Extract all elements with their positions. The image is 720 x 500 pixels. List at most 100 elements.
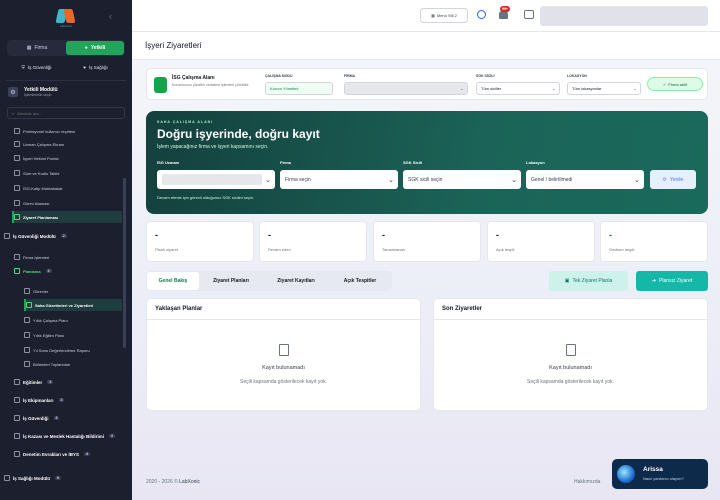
sidebar-item-is-ekipmanlari[interactable]: İş Ekipmanları 2 [14,394,132,406]
assistant-message: Nasıl yardımcı olayım? [643,476,684,481]
hero-sgk-select[interactable]: SGK sicili seçin ⌄ [403,170,521,189]
stat-card: - Planlı ziyaret [146,221,254,262]
collapse-sidebar-icon[interactable]: ‹ [109,11,112,21]
hero-sgk-label: SGK Sicili [403,160,423,165]
chevron-down-icon: ⌄ [388,176,394,184]
sidebar-item-planlama[interactable]: Planlama 2 [14,265,132,277]
sidebar-item-profesyonel[interactable]: Profesyonel kullanıcı reçetesi˄ [14,125,132,137]
panel-title: Son Ziyaretler [434,299,707,320]
stat-card: - Açık tespit [487,221,595,262]
folder-icon [14,451,20,457]
sidebar-item-saha-gozetimleri[interactable]: Saha Gözetimleri ve Ziyaretleri [24,299,122,311]
sidebar-item-hekim[interactable]: İşyeri Hekimi Portalı [14,152,132,164]
doc-icon [14,128,20,134]
sidebar-item-toplantilar[interactable]: Bölümleri Toplantıları [24,358,132,370]
stat-value: - [496,230,499,240]
sidebar-item-yil-sonu[interactable]: Yıl Sonu Değerlendirme Raporu [24,344,132,356]
sidebar-search-input[interactable] [17,110,108,116]
clipboard-icon [566,344,576,356]
sidebar-menu: Profesyonel kullanıcı reçetesi˄ Uzman Ça… [0,125,132,500]
isg-select[interactable]: ⌄ [157,170,275,189]
task-icon [14,200,20,206]
assistant-chat-widget[interactable]: Arissa Nasıl yardımcı olayım? [612,459,708,489]
sidebar-item-is-guvenligi-modulu[interactable]: İş Güvenliği Modülü 2 [4,230,132,242]
inbox-icon[interactable] [524,10,534,19]
tab-genel-bakis[interactable]: Genel Bakış [147,272,199,290]
sidebar: Labxonic ‹ ▦ Firma ● Yetkili ⛨ İş Güvenliği… [0,0,132,500]
sidebar-item-katip[interactable]: İSG-Katip Muhtabakat [14,182,132,194]
file-icon [14,185,20,191]
calendar-icon [14,214,20,220]
shield-icon: ⛨ [21,64,25,70]
sidebar-item-gorevler[interactable]: Görevler [24,285,132,297]
sidebar-item-uzman[interactable]: Uzman Çalışma Ekranı [14,138,132,150]
count-badge: 3 [109,434,115,438]
stat-label: Devam eden [268,247,291,252]
firma-status-badge: ✓ Firma aktif [647,77,703,91]
footer-link[interactable]: Hakkımızda [574,479,600,485]
alert-icon [14,433,20,439]
sidebar-item-firma-islemleri[interactable]: Firma İşlemleri [14,251,132,263]
toggle-yetkili[interactable]: ● Yetkili [66,41,124,55]
footer-brand[interactable]: LabXonic [179,479,200,485]
firma-select[interactable]: ⌄ [344,82,468,95]
refresh-button[interactable]: ⟳ Yenile [650,170,696,189]
subtab-is-guvenligi[interactable]: ⛨ İş Güvenliği [7,60,66,74]
report-icon [24,347,30,353]
sgk-select[interactable]: Tüm siciller ⌄ [476,82,560,95]
recent-visits-panel: Son Ziyaretler Kayıt bulunamadı Seçili k… [433,298,708,411]
module-card[interactable]: ⚙ Yetkili Modülü İşlemlerinizi seçin [6,80,126,103]
hero-lokasyon-select[interactable]: Genel / belirtilmedi ⌄ [526,170,644,189]
tab-ziyaret-planlari[interactable]: Ziyaret Planları [199,272,263,290]
sidebar-item-sure[interactable]: Süre ve Kodlu Takibi [14,167,132,179]
sidebar-item-yillik-calisma[interactable]: Yıllık Çalışma Planı [24,314,132,326]
sidebar-scrollbar[interactable] [123,178,126,348]
book-icon [24,332,30,338]
unplanned-visit-button[interactable]: ➜ Plansız Ziyaret [636,271,708,291]
one-visit-plan-button[interactable]: ▣ Tek Ziyaret Planla [549,271,628,291]
tab-ziyaret-kayitlari[interactable]: Ziyaret Kayıtları [263,272,329,290]
firma-yetkili-toggle: ▦ Firma ● Yetkili [7,40,125,56]
chevron-down-icon: ⌄ [634,176,640,184]
user-icon: ● [84,45,88,51]
count-badge: 2 [45,269,52,273]
building-icon [14,254,20,260]
chevron-down-icon: ⌄ [632,85,637,92]
sidebar-item-gorev[interactable]: Görev Ataması [14,197,132,209]
sidebar-item-yillik-egitim[interactable]: Yıllık Eğitim Planı [24,329,132,341]
hero-firma-select[interactable]: Firma seçin ⌄ [280,170,398,189]
user-profile[interactable] [540,6,708,26]
module-subtitle: İşlemlerinizi seçin [24,93,52,97]
empty-title: Kayıt bulunamadı [549,365,592,371]
upcoming-plans-panel: Yaklaşan Planlar Kayıt bulunamadı Seçili… [146,298,421,411]
module-subtabs: ⛨ İş Güvenliği ♥ İş Sağlığı [7,60,125,74]
count-badge: 2 [60,234,67,238]
bell-icon[interactable] [499,11,508,19]
lokasyon-select[interactable]: Tüm lokasyonlar ⌄ [567,82,641,95]
tab-bar: Genel Bakış Ziyaret Planları Ziyaret Kay… [146,271,392,291]
isg-label: İSG Uzmanı [157,160,180,165]
hero-note: Devam etmek için görevli olduğunuz SGK s… [157,195,255,200]
menu-style-button[interactable]: ▦ Menü Stil 2 [420,8,468,23]
toggle-firma[interactable]: ▦ Firma [8,41,66,55]
sidebar-item-egitimler[interactable]: Eğitimler 4 [14,376,132,388]
empty-title: Kayıt bulunamadı [262,365,305,371]
theme-icon[interactable] [477,10,486,19]
tab-acik-tespitler[interactable]: Açık Tespitler [329,272,391,290]
clock-icon [14,170,20,176]
hero-lokasyon-label: Lokasyon [526,160,545,165]
sidebar-item-ziyaret-planlamasi[interactable]: Ziyaret Planlaması [12,211,122,223]
screen-icon [14,141,20,147]
sidebar-item-denetim[interactable]: Denetim Evrakları ve İBYS 4 [14,448,132,460]
mode-value[interactable]: Kurum Yönetimi [265,82,333,95]
clipboard-icon [279,344,289,356]
stat-value: - [155,230,158,240]
grid-icon: ▦ [431,13,435,18]
chevron-down-icon: ⌄ [459,85,464,92]
sidebar-item-is-kazasi[interactable]: İş Kazası ve Meslek Hastalığı Bildirimi 3 [14,430,132,442]
brand-logo[interactable]: Labxonic [55,7,76,28]
sidebar-item-is-guvenligi[interactable]: İş Güvenliği 3 [14,412,132,424]
sidebar-item-is-sagligi-modulu[interactable]: İş Sağlığı Modülü 6 [4,472,132,484]
subtab-is-sagligi[interactable]: ♥ İş Sağlığı [66,60,125,74]
search-icon: ⌕ [12,110,15,116]
